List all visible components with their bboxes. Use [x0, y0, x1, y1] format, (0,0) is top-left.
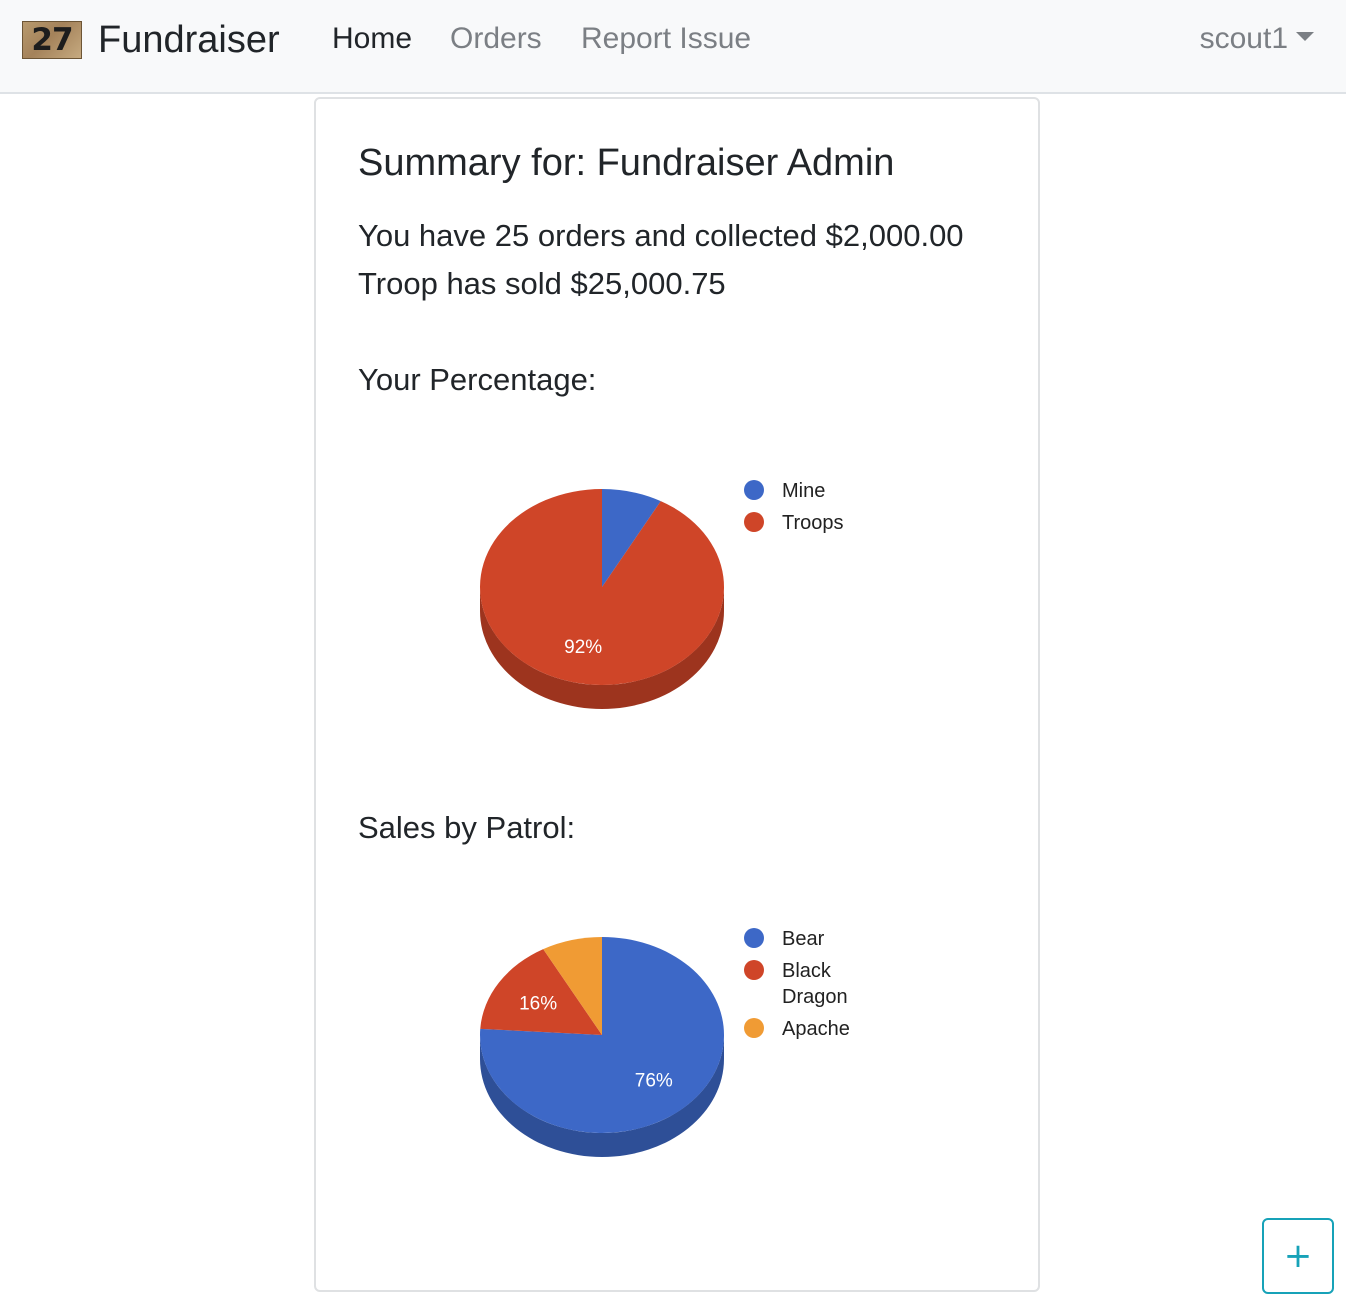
nav-orders[interactable]: Orders [450, 20, 542, 58]
user-dropdown[interactable]: scout1 [1200, 20, 1314, 58]
percentage-heading: Your Percentage: [358, 362, 597, 397]
slice-percent-label: 76% [635, 1070, 673, 1091]
troop-summary: Troop has sold $25,000.75 [358, 266, 726, 301]
top-navbar: 27 Fundraiser Home Orders Report Issue s… [0, 0, 1346, 94]
username-label: scout1 [1199, 22, 1288, 55]
slice-percent-label: 16% [519, 993, 557, 1014]
caret-down-icon [1296, 31, 1314, 41]
legend-marker [744, 960, 764, 980]
troop-logo: 27 [22, 21, 82, 59]
legend-marker [744, 928, 764, 948]
legend-label: Dragon [782, 986, 848, 1008]
orders-summary: You have 25 orders and collected $2,000.… [358, 218, 964, 253]
legend-marker [744, 480, 764, 500]
percentage-pie-chart: 92% Mine Troops [479, 480, 844, 709]
brand-name: Fundraiser [98, 19, 280, 61]
summary-card: Summary for: Fundraiser Admin You have 2… [314, 97, 1040, 1292]
plus-icon: + [1283, 1236, 1313, 1276]
legend-label: Troops [782, 512, 844, 534]
patrol-pie-chart: 76% 16% Bear Black Dragon Apache [480, 928, 850, 1157]
legend-label: Mine [782, 480, 825, 502]
legend-label: Apache [782, 1018, 850, 1040]
legend-marker [744, 1018, 764, 1038]
legend-label: Bear [782, 928, 825, 950]
legend-marker [744, 512, 764, 532]
legend-label: Black [782, 960, 832, 982]
page-title: Summary for: Fundraiser Admin [358, 142, 895, 184]
patrol-heading: Sales by Patrol: [358, 810, 576, 845]
add-button[interactable]: + [1262, 1218, 1334, 1294]
slice-percent-label: 92% [564, 637, 602, 658]
nav-report-issue[interactable]: Report Issue [581, 20, 751, 58]
nav-home[interactable]: Home [332, 20, 412, 58]
brand-link[interactable]: 27 Fundraiser [22, 21, 280, 59]
